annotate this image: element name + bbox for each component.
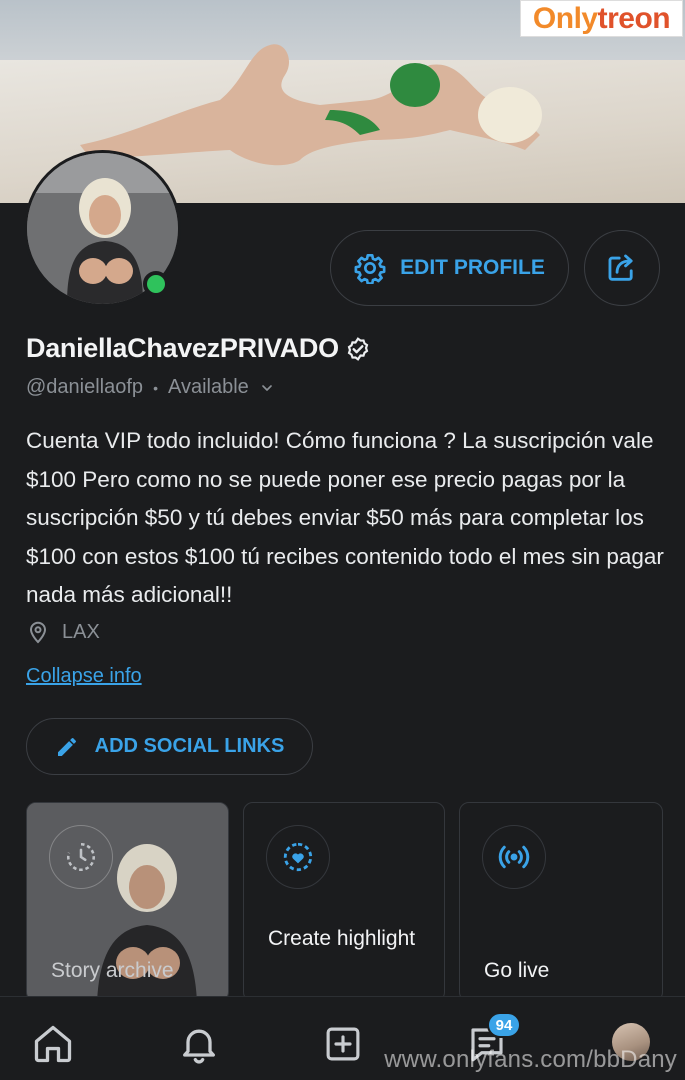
profile-handle: @daniellaofp — [26, 376, 144, 398]
nav-add-post[interactable] — [320, 1021, 366, 1067]
watermark-part1: Only — [532, 1, 598, 35]
add-social-links-label: ADD SOCIAL LINKS — [94, 735, 285, 757]
add-post-icon — [326, 1027, 360, 1061]
pencil-icon — [57, 737, 76, 756]
edit-profile-button[interactable]: EDIT PROFILE — [330, 230, 569, 306]
separator-dot: • — [153, 379, 158, 396]
highlight-heart-icon — [283, 842, 313, 872]
location-pin-icon — [29, 621, 47, 644]
create-highlight-card[interactable]: Create highlight — [243, 802, 445, 1002]
gear-icon — [354, 254, 386, 284]
chevron-down-icon[interactable] — [259, 380, 275, 396]
card-label: Create highlight — [268, 927, 416, 950]
card-icon-wrap — [266, 825, 330, 889]
verified-badge-icon — [347, 336, 369, 361]
home-icon — [34, 1025, 72, 1063]
card-icon-wrap — [49, 825, 113, 889]
location-row: LAX — [28, 620, 100, 644]
collapse-info-link[interactable]: Collapse info — [26, 665, 142, 688]
watermark-part2: treon — [597, 1, 671, 35]
cover-figure — [80, 44, 542, 166]
onlytreon-watermark: Only treon — [520, 0, 683, 37]
story-archive-card[interactable]: Story archive — [26, 802, 229, 1002]
nav-home[interactable] — [30, 1021, 76, 1067]
card-label: Go live — [484, 959, 550, 982]
profile-name-row: DaniellaChavezPRIVADO — [26, 333, 371, 364]
add-social-links-button[interactable]: ADD SOCIAL LINKS — [26, 718, 313, 775]
share-button[interactable] — [584, 230, 660, 306]
nav-notifications[interactable] — [176, 1021, 222, 1067]
edit-profile-label: EDIT PROFILE — [400, 256, 545, 279]
online-status-dot — [143, 271, 169, 297]
card-label: Story archive — [51, 959, 174, 982]
location-text: LAX — [62, 620, 100, 643]
url-watermark: www.onlyfans.com/bbDany — [384, 1046, 677, 1073]
go-live-card[interactable]: Go live — [459, 802, 663, 1002]
broadcast-icon — [498, 845, 530, 869]
handle-row: @daniellaofp • Available — [26, 376, 275, 399]
availability-status[interactable]: Available — [168, 376, 249, 399]
card-icon-wrap — [482, 825, 546, 889]
clock-history-icon — [67, 842, 95, 871]
messages-badge: 94 — [487, 1012, 521, 1038]
profile-bio: Cuenta VIP todo incluido! Cómo funciona … — [26, 428, 664, 607]
share-icon — [608, 254, 633, 281]
bell-icon — [183, 1029, 215, 1064]
profile-name: DaniellaChavezPRIVADO — [26, 333, 339, 363]
